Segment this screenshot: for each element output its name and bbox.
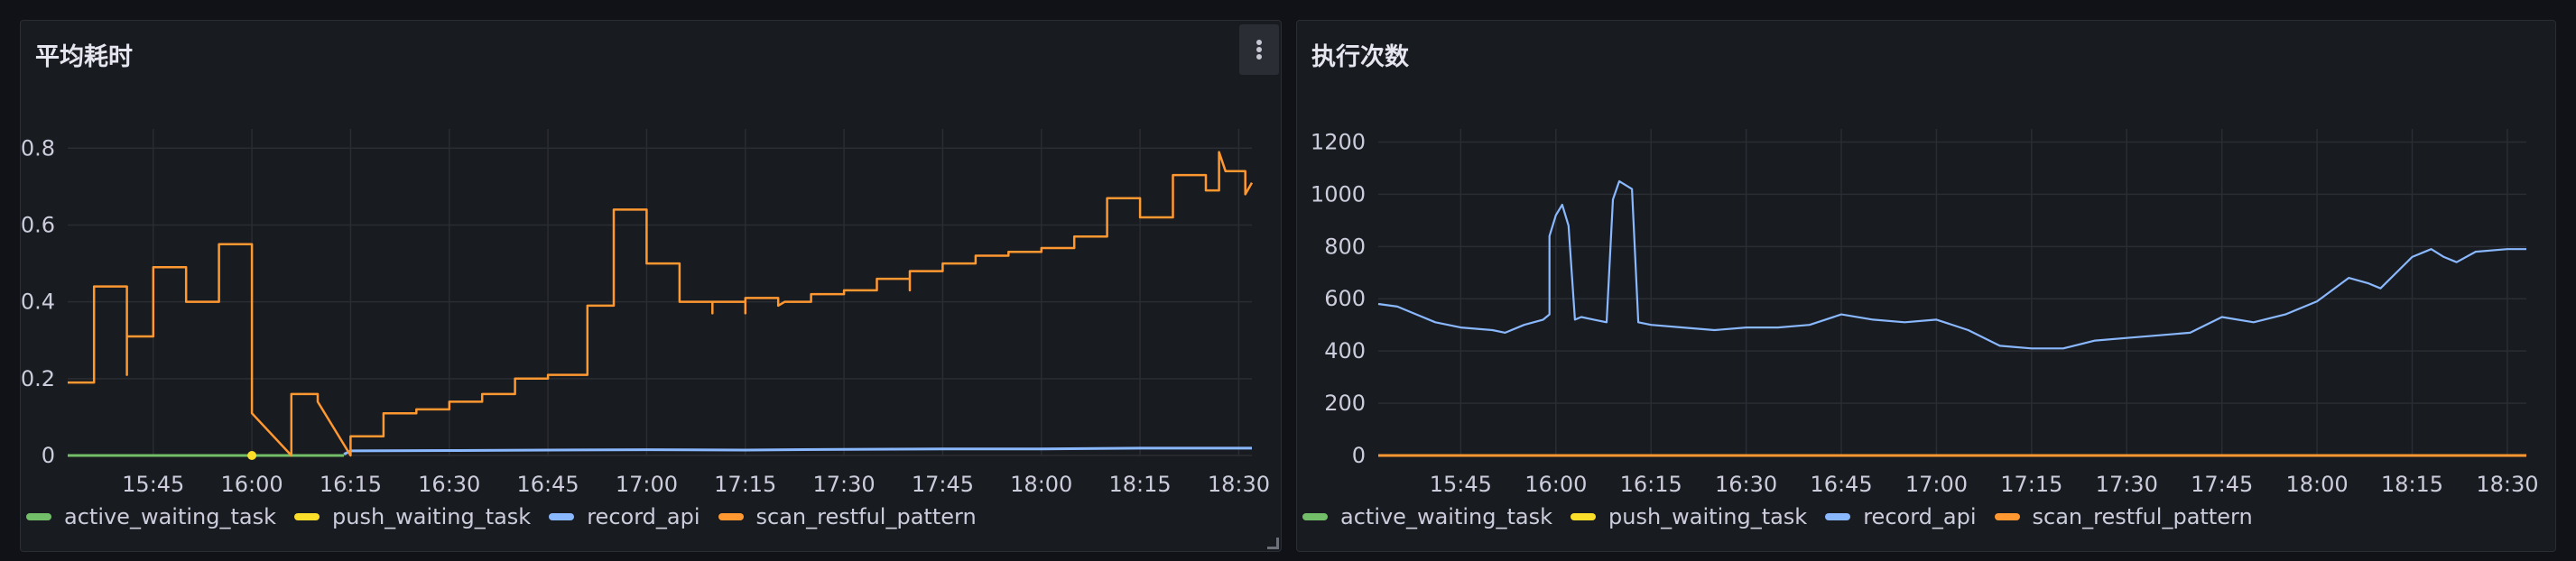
legend-label: scan_restful_pattern [755, 504, 977, 529]
legend-swatch [1825, 513, 1851, 520]
legend-item-active-waiting-task[interactable]: active_waiting_task [1302, 504, 1552, 529]
legend-label: record_api [1863, 504, 1977, 529]
y-tick-label: 0 [42, 443, 55, 468]
series-line-scan-restful-pattern[interactable] [68, 151, 1254, 457]
series-line-record-api[interactable] [343, 446, 1252, 456]
x-tick-label: 17:15 [2000, 472, 2062, 497]
legend-label: active_waiting_task [1340, 504, 1552, 529]
series-group [1377, 179, 2526, 457]
x-tick-label: 16:15 [320, 472, 382, 497]
x-tick-label: 16:00 [1524, 472, 1587, 497]
x-tick-label: 16:45 [1810, 472, 1872, 497]
x-tick-label: 17:00 [616, 472, 678, 497]
legend-item-push-waiting-task[interactable]: push_waiting_task [1571, 504, 1807, 529]
series-point-push-waiting-task[interactable] [247, 451, 257, 460]
x-tick-label: 15:45 [1430, 472, 1492, 497]
y-tick-label: 0.8 [21, 135, 55, 161]
x-tick-label: 16:15 [1620, 472, 1682, 497]
grid: 0 200 400 600 800 1000 1200 15:45 16:00 16:15 16:3… [1311, 129, 2539, 497]
x-tick-label: 17:30 [813, 472, 876, 497]
x-tick-label: 18:00 [1010, 472, 1072, 497]
legend-label: push_waiting_task [1608, 504, 1808, 529]
legend-swatch [26, 513, 51, 520]
legend-swatch [1302, 513, 1328, 520]
x-tick-label: 17:30 [2096, 472, 2158, 497]
series-group [68, 151, 1254, 460]
x-tick-label: 16:00 [221, 472, 283, 497]
x-tick-label: 15:45 [122, 472, 184, 497]
x-tick-label: 18:30 [2476, 472, 2538, 497]
x-tick-label: 17:00 [1905, 472, 1968, 497]
y-tick-label: 200 [1324, 391, 1366, 416]
legend-swatch [1571, 513, 1596, 520]
x-tick-label: 16:30 [1715, 472, 1777, 497]
y-tick-label: 0.4 [21, 290, 55, 315]
legend-item-record-api[interactable]: record_api [549, 504, 700, 529]
x-tick-label: 17:45 [912, 472, 974, 497]
legend-item-push-waiting-task[interactable]: push_waiting_task [294, 504, 531, 529]
y-tick-label: 400 [1324, 338, 1366, 363]
panel-average-duration[interactable]: 平均耗时 0 0.2 0.4 0.6 0.8 15:45 16:00 16:15 16:30 16… [20, 20, 1282, 552]
legend: active_waiting_task push_waiting_task re… [26, 504, 995, 529]
y-tick-label: 800 [1324, 234, 1366, 259]
legend-item-record-api[interactable]: record_api [1825, 504, 1977, 529]
x-tick-label: 17:15 [714, 472, 776, 497]
panel-execution-count[interactable]: 执行次数 0 200 400 600 800 1000 1200 15:45 16:00 16:1… [1296, 20, 2556, 552]
legend-swatch [718, 513, 744, 520]
x-tick-label: 18:30 [1208, 472, 1270, 497]
x-tick-label: 18:00 [2286, 472, 2349, 497]
x-tick-label: 16:30 [418, 472, 480, 497]
legend-swatch [1994, 513, 2020, 520]
legend-label: scan_restful_pattern [2032, 504, 2253, 529]
x-tick-label: 18:15 [1109, 472, 1172, 497]
grid: 0 0.2 0.4 0.6 0.8 15:45 16:00 16:15 16:30 16:45 17… [21, 129, 1270, 497]
legend-label: record_api [587, 504, 700, 529]
chart-average-duration[interactable]: 0 0.2 0.4 0.6 0.8 15:45 16:00 16:15 16:30 16:45 17… [21, 21, 1281, 499]
legend-item-active-waiting-task[interactable]: active_waiting_task [26, 504, 276, 529]
y-tick-label: 0 [1352, 443, 1366, 468]
legend-label: push_waiting_task [332, 504, 532, 529]
y-tick-label: 1200 [1311, 129, 1366, 154]
legend-item-scan-restful-pattern[interactable]: scan_restful_pattern [1994, 504, 2253, 529]
y-tick-label: 0.2 [21, 366, 55, 391]
legend-item-scan-restful-pattern[interactable]: scan_restful_pattern [718, 504, 977, 529]
chart-execution-count[interactable]: 0 200 400 600 800 1000 1200 15:45 16:00 16:15 16:3… [1297, 21, 2555, 499]
legend: active_waiting_task push_waiting_task re… [1302, 504, 2271, 529]
series-line-record-api[interactable] [1377, 179, 2526, 350]
legend-swatch [549, 513, 575, 520]
y-tick-label: 1000 [1311, 181, 1366, 207]
x-tick-label: 16:45 [517, 472, 579, 497]
resize-handle[interactable] [1267, 538, 1279, 549]
y-tick-label: 600 [1324, 286, 1366, 311]
x-tick-label: 17:45 [2191, 472, 2253, 497]
x-tick-label: 18:15 [2381, 472, 2443, 497]
y-tick-label: 0.6 [21, 212, 55, 237]
legend-label: active_waiting_task [64, 504, 276, 529]
legend-swatch [294, 513, 320, 520]
